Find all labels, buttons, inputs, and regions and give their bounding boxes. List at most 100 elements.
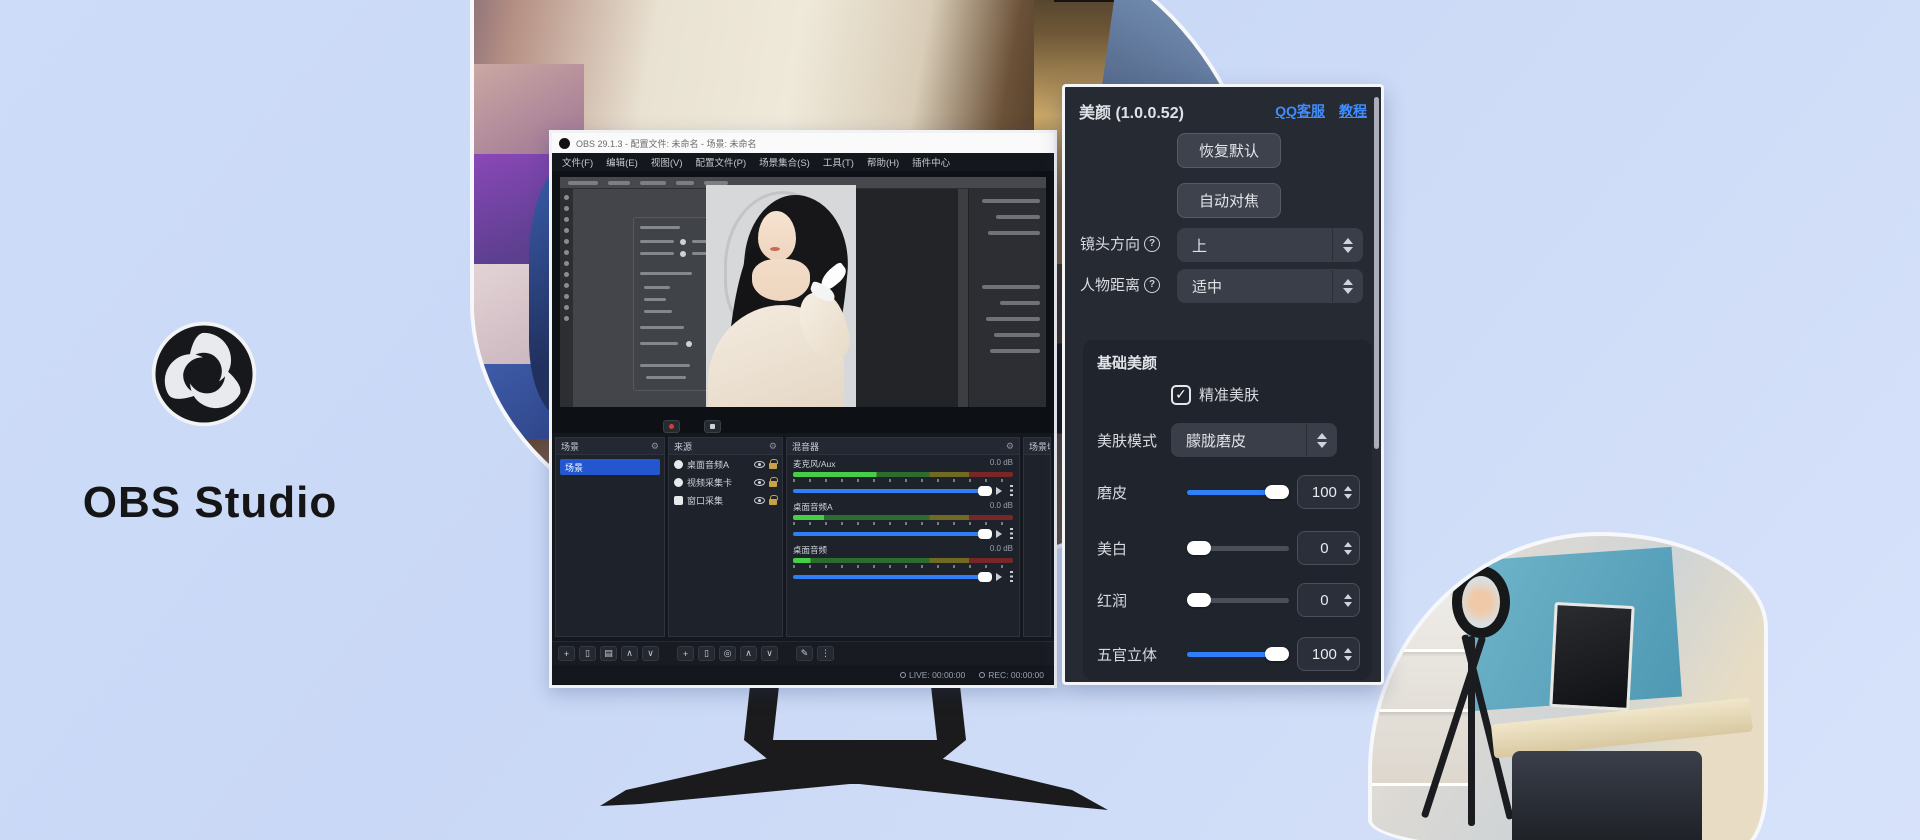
menu-tools[interactable]: 工具(T) <box>823 155 854 169</box>
visibility-icon[interactable] <box>754 497 765 504</box>
source-down-button[interactable]: ∨ <box>761 646 778 661</box>
person-distance-dropdown[interactable]: 适中 <box>1177 269 1363 303</box>
mixer-dock: 混音器⚙ 麦克风/Aux0.0 dB 桌面音频A0.0 dB 桌面音频0.0 d… <box>786 437 1020 637</box>
mixer-channel: 桌面音频A0.0 dB <box>787 498 1019 541</box>
volume-meter <box>793 558 1013 563</box>
spinner-icon[interactable] <box>1306 424 1336 456</box>
add-source-button[interactable]: + <box>677 646 694 661</box>
mixer-channel: 桌面音频0.0 dB <box>787 541 1019 584</box>
stepper-icon[interactable] <box>1344 486 1352 499</box>
help-icon[interactable]: ? <box>1144 277 1160 293</box>
camera-direction-label: 镜头方向 <box>1080 233 1140 254</box>
scene-down-button[interactable]: ∨ <box>642 646 659 661</box>
remove-scene-button[interactable]: ▯ <box>579 646 596 661</box>
spinner-icon[interactable] <box>1332 229 1362 261</box>
menu-profile[interactable]: 配置文件(P) <box>695 155 746 169</box>
reset-defaults-button[interactable]: 恢复默认 <box>1177 133 1281 168</box>
portrait-photo <box>706 185 856 407</box>
mixer-settings-icon[interactable]: ⚙ <box>1006 441 1014 452</box>
speaker-icon[interactable] <box>996 573 1006 581</box>
source-row[interactable]: 桌面音频A <box>669 455 782 473</box>
tutorial-link[interactable]: 教程 <box>1339 101 1367 121</box>
face-3d-slider-row: 五官立体 100 <box>1097 636 1360 672</box>
source-up-button[interactable]: ∧ <box>740 646 757 661</box>
obs-menubar: 文件(F) 编辑(E) 视图(V) 配置文件(P) 场景集合(S) 工具(T) … <box>552 153 1054 171</box>
channel-menu-icon[interactable] <box>1010 485 1013 496</box>
stepper-icon[interactable] <box>1344 542 1352 555</box>
captured-photoshop-window <box>560 177 1046 407</box>
scene-filters-button[interactable]: ▤ <box>600 646 617 661</box>
video-source-icon <box>674 478 683 487</box>
stepper-icon[interactable] <box>1344 648 1352 661</box>
panel-title: 美颜 (1.0.0.52) <box>1079 99 1184 123</box>
menu-view[interactable]: 视图(V) <box>651 155 683 169</box>
source-row[interactable]: 窗口采集 <box>669 491 782 509</box>
whitening-slider[interactable] <box>1187 546 1289 551</box>
obs-docks: 场景⚙ 场景 来源⚙ 桌面音频A 视频采集卡 窗口采集 混音器⚙ <box>552 433 1054 641</box>
volume-slider[interactable] <box>793 489 992 493</box>
ps-toolbar <box>560 189 573 407</box>
smoothing-value-box[interactable]: 100 <box>1297 475 1360 509</box>
preview-chip-window[interactable] <box>704 420 721 433</box>
rosy-value-box[interactable]: 0 <box>1297 583 1360 617</box>
autofocus-button[interactable]: 自动对焦 <box>1177 183 1281 218</box>
rosy-slider[interactable] <box>1187 598 1289 603</box>
skin-mode-dropdown[interactable]: 朦胧磨皮 <box>1171 423 1337 457</box>
lock-icon[interactable] <box>769 499 777 505</box>
visibility-icon[interactable] <box>754 479 765 486</box>
volume-slider[interactable] <box>793 532 992 536</box>
scene-up-button[interactable]: ∧ <box>621 646 638 661</box>
qq-support-link[interactable]: QQ客服 <box>1275 101 1325 121</box>
channel-menu-icon[interactable] <box>1010 571 1013 582</box>
ring-light-icon <box>1452 566 1510 638</box>
studio-monitor <box>1549 602 1634 711</box>
scenes-title: 场景 <box>561 440 579 453</box>
preview-chip-record[interactable] <box>663 420 680 433</box>
portrait-face <box>758 211 796 261</box>
ps-panels <box>968 189 1046 407</box>
section-title: 基础美颜 <box>1097 352 1157 373</box>
stepper-icon[interactable] <box>1344 594 1352 607</box>
remove-source-button[interactable]: ▯ <box>698 646 715 661</box>
menu-file[interactable]: 文件(F) <box>562 155 593 169</box>
menu-scene-collection[interactable]: 场景集合(S) <box>759 155 810 169</box>
person-distance-label: 人物距离 <box>1080 274 1140 295</box>
obs-titlebar: OBS 29.1.3 - 配置文件: 未命名 - 场景: 未命名 <box>552 133 1054 153</box>
menu-plugin-center[interactable]: 插件中心 <box>912 155 950 169</box>
help-icon[interactable]: ? <box>1144 236 1160 252</box>
scene-item-selected[interactable]: 场景 <box>560 459 660 475</box>
source-properties-button[interactable]: ◎ <box>719 646 736 661</box>
speaker-icon[interactable] <box>996 487 1006 495</box>
lock-icon[interactable] <box>769 463 777 469</box>
face-3d-value-box[interactable]: 100 <box>1297 637 1360 671</box>
lock-icon[interactable] <box>769 481 777 487</box>
obs-toolbar: + ▯ ▤ ∧ ∨ + ▯ ◎ ∧ ∨ ✎ ⋮ <box>552 641 1054 665</box>
panel-scrollbar[interactable] <box>1374 97 1379 449</box>
channel-menu-icon[interactable] <box>1010 528 1013 539</box>
background-studio-photo <box>1368 532 1768 840</box>
visibility-icon[interactable] <box>754 461 765 468</box>
smoothing-slider[interactable] <box>1187 490 1289 495</box>
source-row[interactable]: 视频采集卡 <box>669 473 782 491</box>
menu-edit[interactable]: 编辑(E) <box>606 155 638 169</box>
whitening-value-box[interactable]: 0 <box>1297 531 1360 565</box>
live-status: LIVE: 00:00:00 <box>909 670 965 680</box>
precise-skin-checkbox-row[interactable]: ✓ 精准美肤 <box>1171 384 1259 405</box>
checkbox-checked-icon[interactable]: ✓ <box>1171 385 1191 405</box>
spinner-icon[interactable] <box>1332 270 1362 302</box>
smoothing-slider-row: 磨皮 100 <box>1097 474 1360 510</box>
face-3d-slider[interactable] <box>1187 652 1289 657</box>
speaker-icon[interactable] <box>996 530 1006 538</box>
edit-button[interactable]: ✎ <box>796 646 813 661</box>
mixer-channel: 麦克风/Aux0.0 dB <box>787 455 1019 498</box>
rec-status: REC: 00:00:00 <box>988 670 1044 680</box>
sources-settings-icon[interactable]: ⚙ <box>769 441 777 452</box>
more-button[interactable]: ⋮ <box>817 646 834 661</box>
volume-slider[interactable] <box>793 575 992 579</box>
record-dot-icon <box>669 424 674 429</box>
scenes-settings-icon[interactable]: ⚙ <box>651 441 659 452</box>
camera-direction-dropdown[interactable]: 上 <box>1177 228 1363 262</box>
add-scene-button[interactable]: + <box>558 646 575 661</box>
basic-beauty-section: 基础美颜 ✓ 精准美肤 美肤模式 朦胧磨皮 磨皮 100 美白 0 <box>1083 340 1372 680</box>
menu-help[interactable]: 帮助(H) <box>867 155 899 169</box>
